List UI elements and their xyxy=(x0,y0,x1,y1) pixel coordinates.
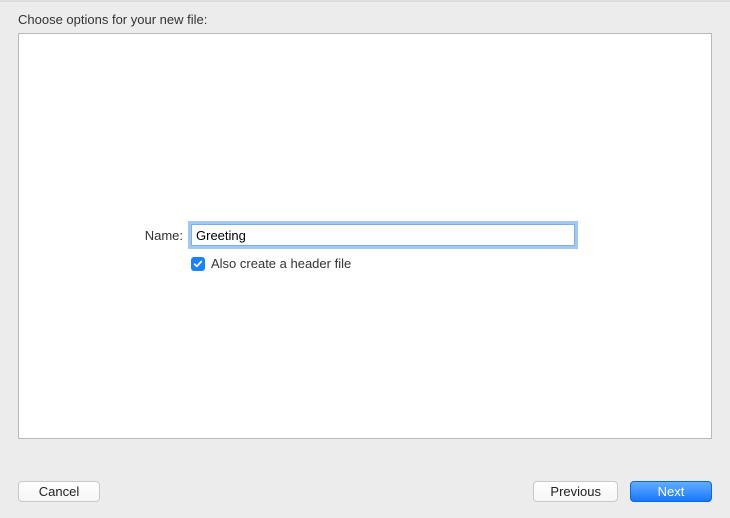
next-button[interactable]: Next xyxy=(630,481,712,502)
options-panel: Name: Also create a header file xyxy=(18,33,712,439)
dialog-header: Choose options for your new file: xyxy=(0,2,730,33)
header-file-label: Also create a header file xyxy=(211,256,351,271)
form-area: Name: Also create a header file xyxy=(19,224,711,271)
cancel-button[interactable]: Cancel xyxy=(18,481,100,502)
header-file-checkbox[interactable] xyxy=(191,257,205,271)
dialog-footer: Cancel Previous Next xyxy=(0,467,730,518)
name-input[interactable] xyxy=(191,224,575,246)
header-file-row: Also create a header file xyxy=(191,256,711,271)
name-row: Name: xyxy=(19,224,711,246)
previous-button[interactable]: Previous xyxy=(533,481,618,502)
name-label: Name: xyxy=(19,228,191,243)
checkmark-icon xyxy=(193,259,203,269)
dialog-title: Choose options for your new file: xyxy=(18,12,712,27)
